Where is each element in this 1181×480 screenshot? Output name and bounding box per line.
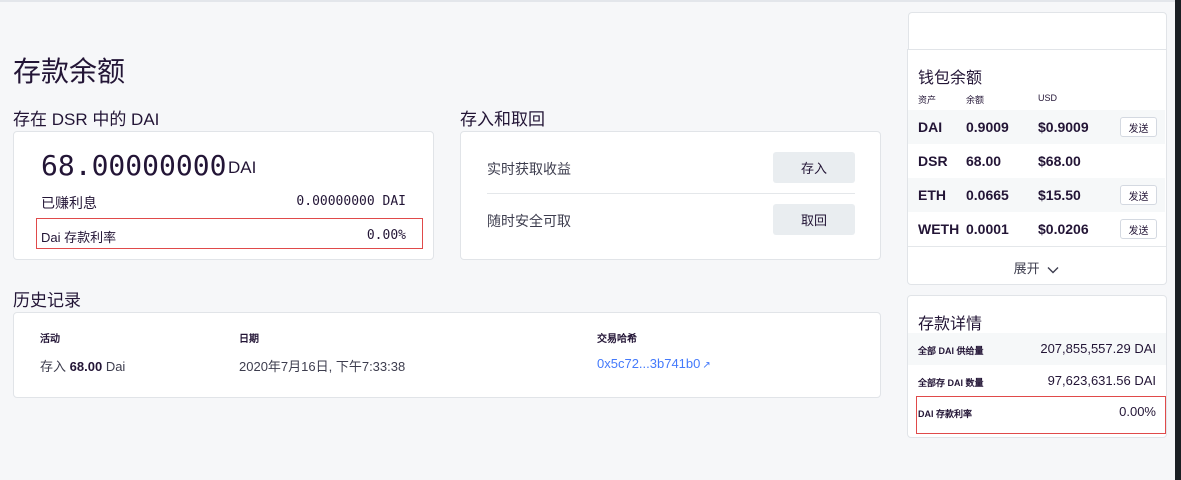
column-header-activity: 活动: [40, 334, 60, 345]
divider: [487, 193, 855, 194]
wallet-header-blank: [908, 12, 1167, 50]
top-border: [0, 0, 1181, 2]
asset-name: DSR: [918, 153, 948, 169]
activity-cell: 存入 68.00 Dai: [40, 356, 125, 375]
wallet-row-weth: WETH 0.0001 $0.0206 发送: [908, 212, 1165, 246]
send-dai-button[interactable]: 发送: [1120, 117, 1157, 137]
dsr-amount: 68.00000000: [41, 149, 227, 182]
expand-label: 展开: [1013, 261, 1040, 276]
wallet-row-dsr: DSR 68.00 $68.00: [908, 144, 1165, 178]
column-header-balance: 余额: [966, 95, 985, 105]
wallet-title: 钱包余额: [918, 70, 983, 87]
savings-rate-value: 0.00%: [366, 228, 406, 243]
wallet-row-eth: ETH 0.0665 $15.50 发送: [908, 178, 1165, 212]
window-edge: [1175, 0, 1181, 480]
dsr-unit: DAI: [228, 158, 257, 177]
deposit-withdraw-card: 实时获取收益 存入 随时安全可取 取回: [460, 131, 881, 260]
asset-balance: 0.9009: [966, 119, 1009, 135]
wallet-balance-card: 钱包余额 资产 余额 USD DAI 0.9009 $0.9009 发送 DSR…: [907, 49, 1167, 285]
savings-rate-label: Dai 存款利率: [41, 230, 117, 245]
asset-name: DAI: [918, 119, 943, 135]
detail-label: DAI 存款利率: [918, 409, 973, 419]
dsr-balance-card: 68.00000000 DAI 已赚利息 0.00000000 DAI Dai …: [13, 131, 434, 260]
activity-amount: 68.00: [69, 359, 103, 374]
activity-unit: Dai: [105, 359, 126, 374]
asset-usd: $15.50: [1038, 187, 1081, 203]
column-header-tx-hash: 交易哈希: [597, 334, 637, 345]
send-weth-button[interactable]: 发送: [1120, 219, 1157, 239]
history-table: 活动 日期 交易哈希 存入 68.00 Dai 2020年7月16日, 下午7:…: [13, 312, 881, 398]
detail-label: 全部 DAI 供给量: [918, 346, 984, 356]
column-header-asset: 资产: [918, 95, 937, 105]
page-title: 存款余额: [13, 56, 126, 87]
asset-balance: 0.0665: [966, 187, 1009, 203]
divider: [908, 246, 1166, 247]
asset-usd: $0.0206: [1038, 221, 1089, 237]
detail-value: 0.00%: [1119, 404, 1156, 419]
dsr-section-title: 存在 DSR 中的 DAI: [13, 110, 160, 129]
details-row-total-supply: 全部 DAI 供给量 207,855,557.29 DAI: [908, 333, 1166, 365]
realtime-earnings-label: 实时获取收益: [487, 161, 571, 177]
details-title: 存款详情: [918, 316, 983, 333]
expand-button[interactable]: 展开: [908, 258, 1165, 277]
detail-value: 207,855,557.29 DAI: [1040, 341, 1156, 356]
column-header-usd: USD: [1038, 93, 1058, 103]
asset-balance: 0.0001: [966, 221, 1009, 237]
withdraw-button[interactable]: 取回: [773, 204, 855, 235]
asset-name: ETH: [918, 187, 946, 203]
asset-usd: $0.9009: [1038, 119, 1089, 135]
interest-earned-value: 0.00000000 DAI: [296, 194, 406, 209]
detail-label: 全部存 DAI 数量: [918, 378, 984, 388]
date-cell: 2020年7月16日, 下午7:33:38: [239, 359, 406, 374]
details-row-total-deposited: 全部存 DAI 数量 97,623,631.56 DAI: [908, 365, 1166, 397]
tx-hash-link[interactable]: 0x5c72...3b741b0 ↗: [597, 356, 711, 371]
send-eth-button[interactable]: 发送: [1120, 185, 1157, 205]
external-link-icon: ↗: [702, 360, 711, 371]
activity-type: 存入: [40, 359, 67, 374]
savings-details-card: 存款详情 全部 DAI 供给量 207,855,557.29 DAI 全部存 D…: [907, 295, 1167, 438]
deposit-button[interactable]: 存入: [773, 152, 855, 183]
history-section-title: 历史记录: [13, 291, 81, 310]
detail-value: 97,623,631.56 DAI: [1047, 373, 1156, 388]
interest-earned-label: 已赚利息: [41, 195, 97, 211]
withdraw-anytime-label: 随时安全可取: [487, 213, 571, 229]
asset-usd: $68.00: [1038, 153, 1081, 169]
asset-name: WETH: [918, 221, 960, 237]
deposit-section-title: 存入和取回: [460, 110, 545, 129]
tx-hash-text: 0x5c72...3b741b0: [597, 356, 701, 371]
asset-balance: 68.00: [966, 153, 1002, 169]
column-header-date: 日期: [239, 334, 259, 345]
chevron-down-icon: [1047, 266, 1059, 274]
wallet-row-dai: DAI 0.9009 $0.9009 发送: [908, 110, 1165, 144]
